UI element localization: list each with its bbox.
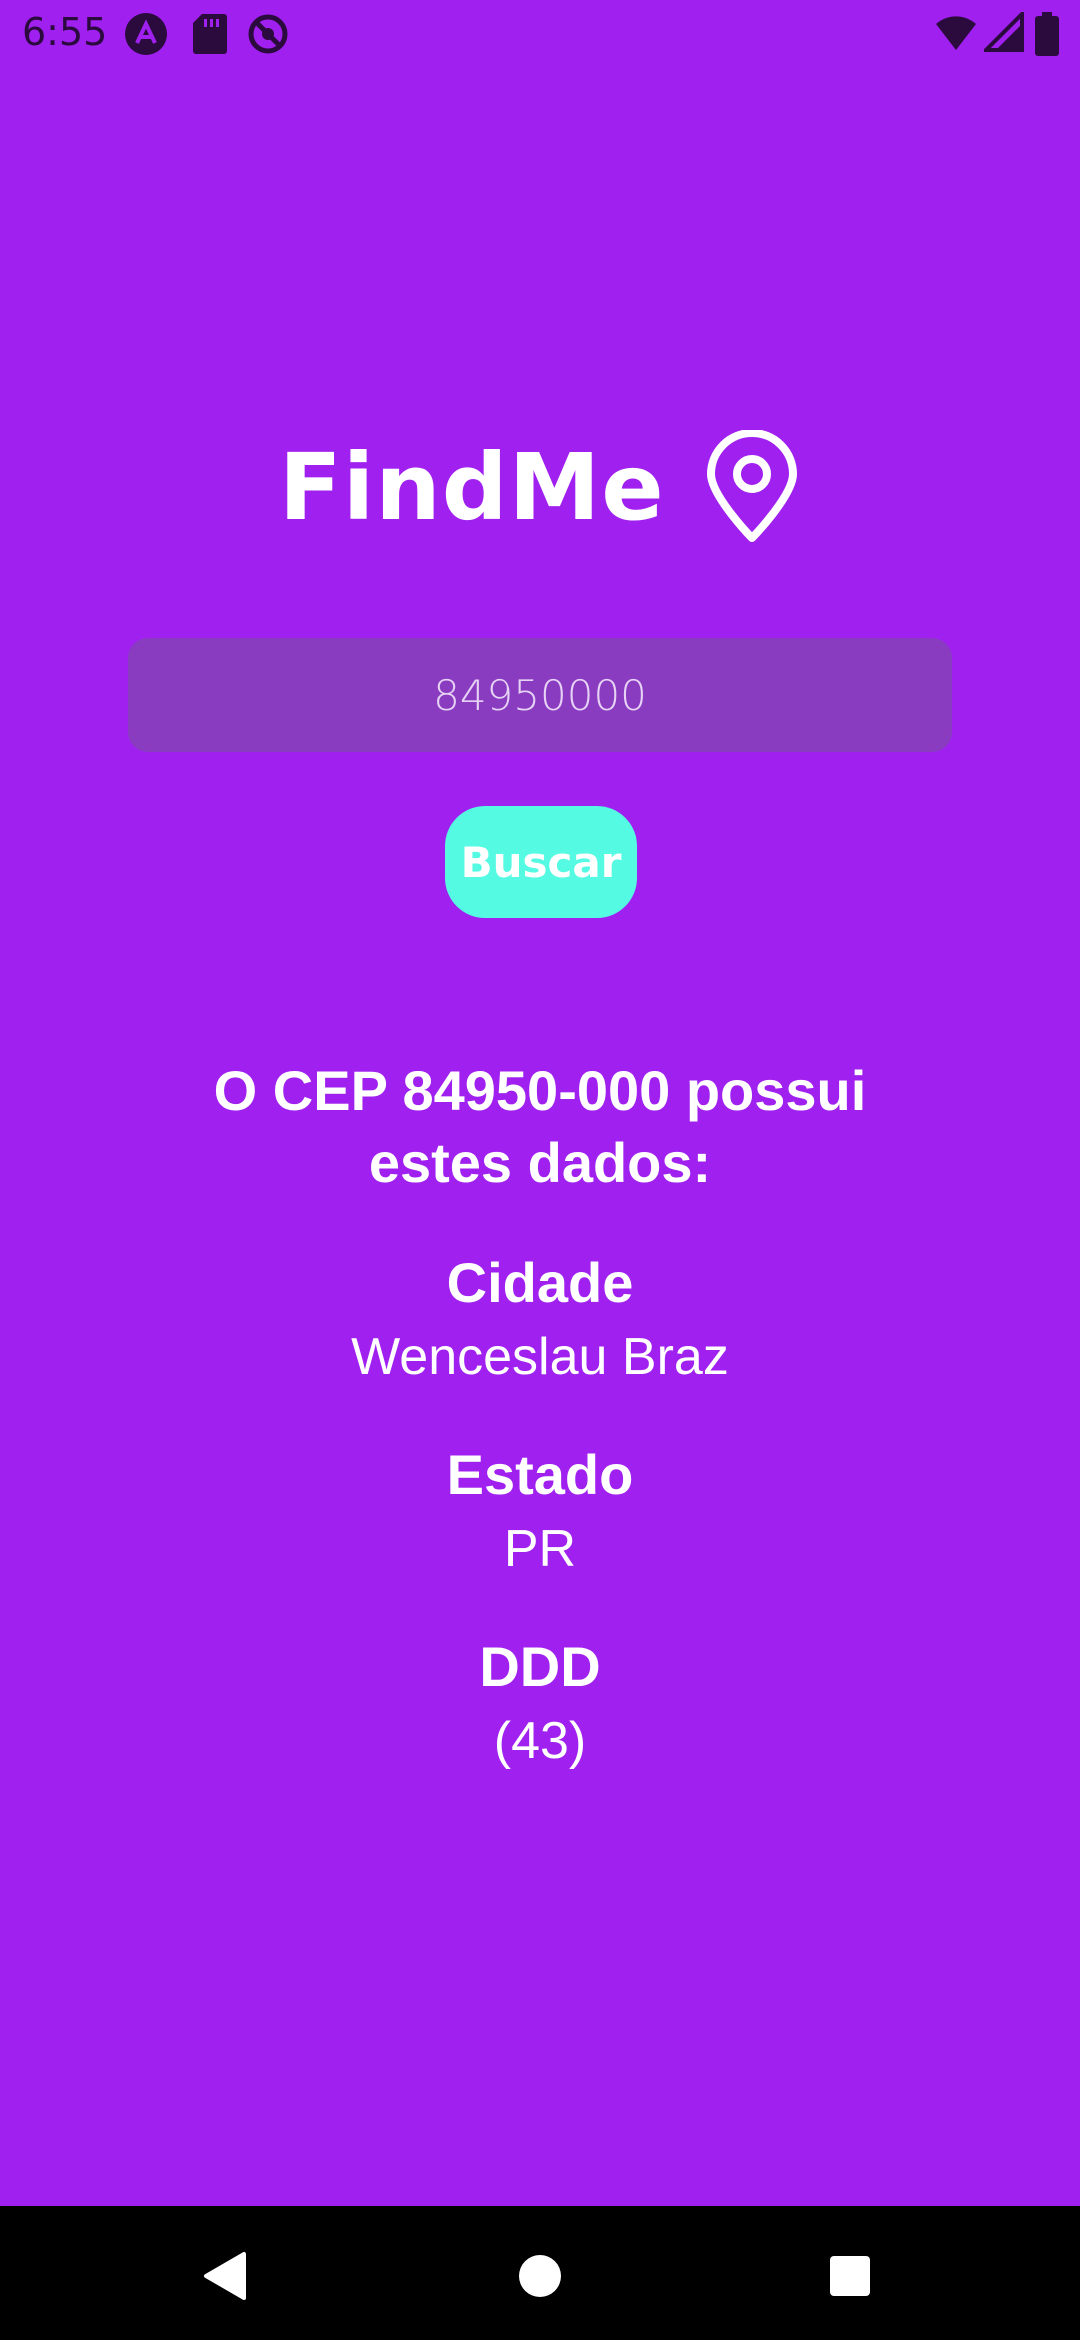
status-time: 6:55 — [22, 10, 108, 54]
app-header: FindMe — [0, 430, 1080, 570]
sd-card-icon — [193, 14, 227, 54]
signal-icon — [984, 12, 1024, 52]
ddd-field: DDD (43) — [0, 1631, 1080, 1775]
recents-icon[interactable] — [810, 2236, 890, 2316]
back-icon[interactable] — [186, 2236, 266, 2316]
wifi-icon — [936, 16, 976, 50]
app-title: FindMe — [278, 433, 665, 541]
city-label: Cidade — [446, 1251, 634, 1314]
battery-icon — [1035, 12, 1059, 56]
location-pin-icon — [707, 430, 798, 542]
expo-icon — [125, 13, 167, 55]
home-icon[interactable] — [500, 2236, 580, 2316]
system-nav-bar — [0, 2206, 1080, 2340]
ddd-value: (43) — [493, 1712, 587, 1770]
result-section: O CEP 84950-000 possui estes dados: Cida… — [0, 1055, 1080, 1775]
city-field: Cidade Wenceslau Braz — [0, 1247, 1080, 1391]
city-value: Wenceslau Braz — [351, 1328, 729, 1386]
search-button[interactable]: Buscar — [445, 806, 637, 918]
state-label: Estado — [446, 1443, 634, 1506]
result-heading: O CEP 84950-000 possui estes dados: — [213, 1059, 867, 1194]
status-bar: 6:55 — [0, 0, 1080, 68]
cep-input[interactable] — [128, 638, 952, 752]
state-value: PR — [503, 1520, 577, 1578]
sync-icon — [248, 14, 288, 54]
ddd-label: DDD — [479, 1635, 601, 1698]
state-field: Estado PR — [0, 1439, 1080, 1583]
